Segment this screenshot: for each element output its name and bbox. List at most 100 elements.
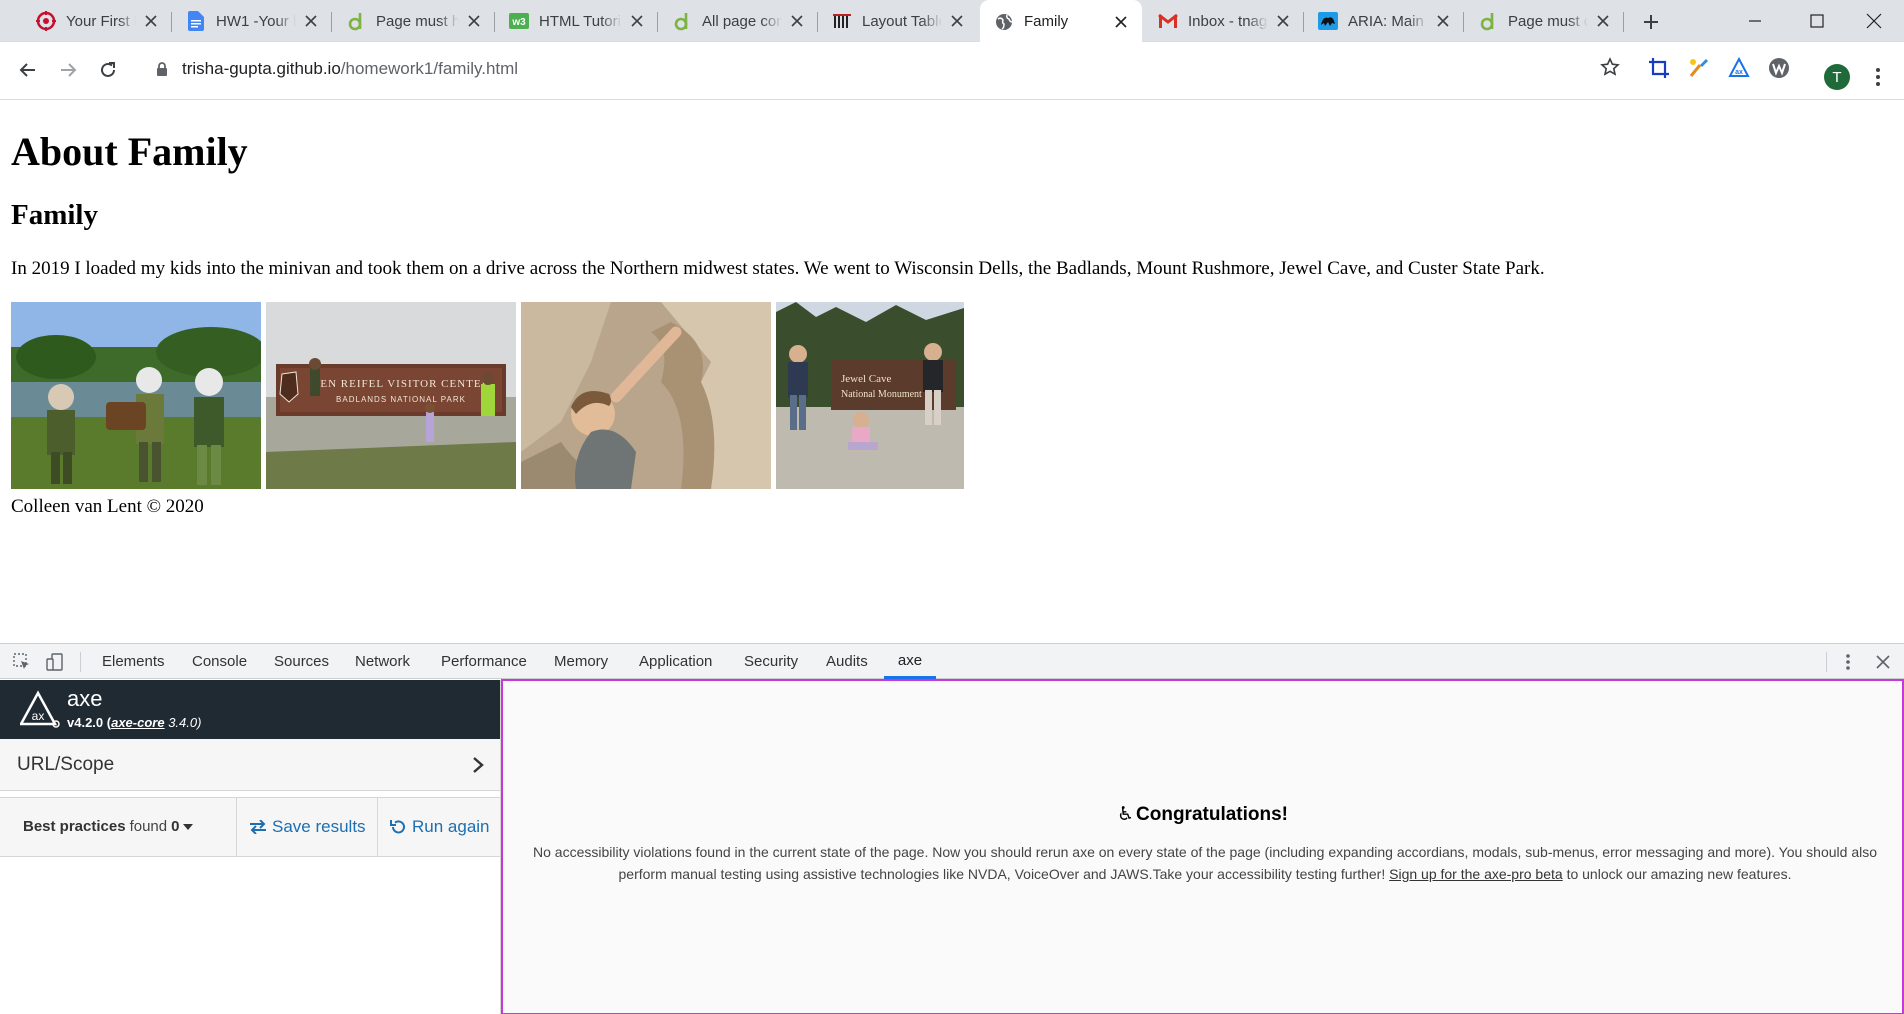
congratulations-text: Congratulations! <box>1136 803 1289 825</box>
axe-version: v4.2.0 (axe-core 3.4.0) <box>67 715 201 730</box>
rerun-icon <box>389 818 407 836</box>
save-results-label: Save results <box>272 817 366 836</box>
close-icon[interactable] <box>465 12 483 30</box>
tab-inbox[interactable]: Inbox - tnag <box>1144 0 1304 42</box>
tab-title: Inbox - tnag <box>1188 12 1268 30</box>
tab-title: All page con <box>702 12 782 30</box>
close-icon[interactable] <box>1434 12 1452 30</box>
found-label: found <box>129 818 168 835</box>
found-count: 0 <box>171 818 180 835</box>
bookmark-star-icon[interactable] <box>1597 54 1623 80</box>
devtools-tab-console[interactable]: Console <box>192 644 247 679</box>
devtools-tab-audits[interactable]: Audits <box>826 644 868 679</box>
gmail-icon <box>1158 11 1178 31</box>
devtools-divider <box>1826 652 1827 672</box>
tab-title: HTML Tutori <box>539 12 621 30</box>
tab-title: Layout Table <box>862 12 942 30</box>
tab-aria-main[interactable]: ARIA: Main r <box>1304 0 1464 42</box>
devtools-close-icon[interactable] <box>1873 652 1893 672</box>
close-icon[interactable] <box>142 12 160 30</box>
screen-capture-extension-icon[interactable] <box>1647 56 1671 80</box>
devtools-tab-elements[interactable]: Elements <box>102 644 165 679</box>
badlands-sign-text-1: BEN REIFEL VISITOR CENTER <box>312 378 490 390</box>
results-toolbar: Best practices found 0 Save results Run … <box>0 797 500 857</box>
google-docs-icon <box>186 11 206 31</box>
devtools-tab-sources[interactable]: Sources <box>274 644 329 679</box>
accessibility-icon: ♿ <box>1116 804 1135 825</box>
devtools-tab-network[interactable]: Network <box>355 644 410 679</box>
profile-avatar[interactable]: T <box>1824 64 1850 90</box>
devtools-tab-axe[interactable]: axe <box>884 644 936 679</box>
caret-down-icon <box>183 822 194 832</box>
inspect-element-icon[interactable] <box>12 652 32 672</box>
minimize-button[interactable] <box>1725 0 1785 42</box>
tab-your-first-de[interactable]: Your First De <box>22 0 172 42</box>
tab-hw1[interactable]: HW1 -Your l <box>172 0 332 42</box>
axe-version-label: v4.2.0 ( <box>67 715 112 730</box>
photo-rock-climb <box>521 302 771 489</box>
colorzilla-extension-icon[interactable] <box>1687 56 1711 80</box>
tab-html-tutorial[interactable]: w3 HTML Tutori <box>495 0 658 42</box>
swap-arrows-icon <box>249 818 267 836</box>
close-icon[interactable] <box>1594 12 1612 30</box>
photo-badlands-sign: BEN REIFEL VISITOR CENTER BADLANDS NATIO… <box>266 302 516 489</box>
axe-results-panel: ♿ Congratulations! No accessibility viol… <box>501 679 1904 1014</box>
devtools-tab-application[interactable]: Application <box>639 644 712 679</box>
axe-pro-signup-link[interactable]: Sign up for the axe-pro beta <box>1389 866 1563 882</box>
wappalyzer-extension-icon[interactable] <box>1767 56 1791 80</box>
reload-button[interactable] <box>91 53 125 87</box>
close-icon[interactable] <box>948 12 966 30</box>
tab-separator <box>1623 12 1624 32</box>
url-text[interactable]: trisha-gupta.github.io/homework1/family.… <box>182 59 518 79</box>
jewel-sign-text-2: National Monument <box>841 389 922 400</box>
devtools-tab-performance[interactable]: Performance <box>441 644 527 679</box>
jewel-sign-text-1: Jewel Cave <box>841 373 892 385</box>
svg-text:ax: ax <box>32 709 45 723</box>
tab-page-must-c[interactable]: Page must c <box>1464 0 1624 42</box>
chevron-right-icon <box>468 754 488 776</box>
devtools-divider <box>80 652 81 672</box>
device-toolbar-icon[interactable] <box>45 652 65 672</box>
maximize-button[interactable] <box>1787 0 1847 42</box>
tab-title: ARIA: Main r <box>1348 12 1428 30</box>
tab-family[interactable]: Family <box>980 0 1142 43</box>
close-icon[interactable] <box>1274 12 1292 30</box>
results-message: No accessibility violations found in the… <box>515 841 1895 885</box>
devtools-tab-bar: Elements Console Sources Network Perform… <box>0 644 1904 679</box>
close-icon[interactable] <box>628 12 646 30</box>
tab-page-must-h[interactable]: Page must h <box>332 0 495 42</box>
new-tab-button[interactable] <box>1640 11 1662 33</box>
address-bar[interactable]: trisha-gupta.github.io/homework1/family.… <box>140 49 1635 89</box>
axe-core-link[interactable]: axe-core <box>111 715 164 730</box>
back-button[interactable] <box>11 53 45 87</box>
browser-menu-icon[interactable] <box>1868 64 1888 90</box>
devtools-menu-icon[interactable] <box>1838 652 1858 672</box>
page-footer: Colleen van Lent © 2020 <box>11 496 204 517</box>
deque-icon <box>346 11 366 31</box>
run-again-button[interactable]: Run again <box>389 798 490 856</box>
tab-layout-table[interactable]: Layout Table <box>818 0 978 42</box>
axe-extension-icon[interactable]: ax <box>1727 56 1751 80</box>
lock-icon[interactable] <box>154 61 170 77</box>
close-icon[interactable] <box>302 12 320 30</box>
badlands-sign-text-2: BADLANDS NATIONAL PARK <box>336 395 466 404</box>
close-icon[interactable] <box>1112 13 1130 31</box>
close-icon[interactable] <box>788 12 806 30</box>
photo-kids-lake <box>11 302 261 489</box>
best-practices-dropdown[interactable]: Best practices found 0 <box>23 818 194 835</box>
mdn-icon <box>1318 11 1338 31</box>
w3schools-icon: w3 <box>509 11 529 31</box>
url-scope-row[interactable]: URL/Scope <box>0 739 500 791</box>
best-practices-label: Best practices <box>23 818 126 835</box>
url-scope-label: URL/Scope <box>17 754 115 775</box>
deque-icon <box>672 11 692 31</box>
devtools-tab-memory[interactable]: Memory <box>554 644 608 679</box>
run-again-label: Run again <box>412 817 490 836</box>
tab-title: Page must c <box>1508 12 1588 30</box>
forward-button[interactable] <box>51 53 85 87</box>
save-results-button[interactable]: Save results <box>249 798 366 856</box>
tab-all-page-con[interactable]: All page con <box>658 0 818 42</box>
devtools-tab-security[interactable]: Security <box>744 644 798 679</box>
axe-title: axe <box>67 686 103 711</box>
close-window-button[interactable] <box>1844 0 1904 42</box>
